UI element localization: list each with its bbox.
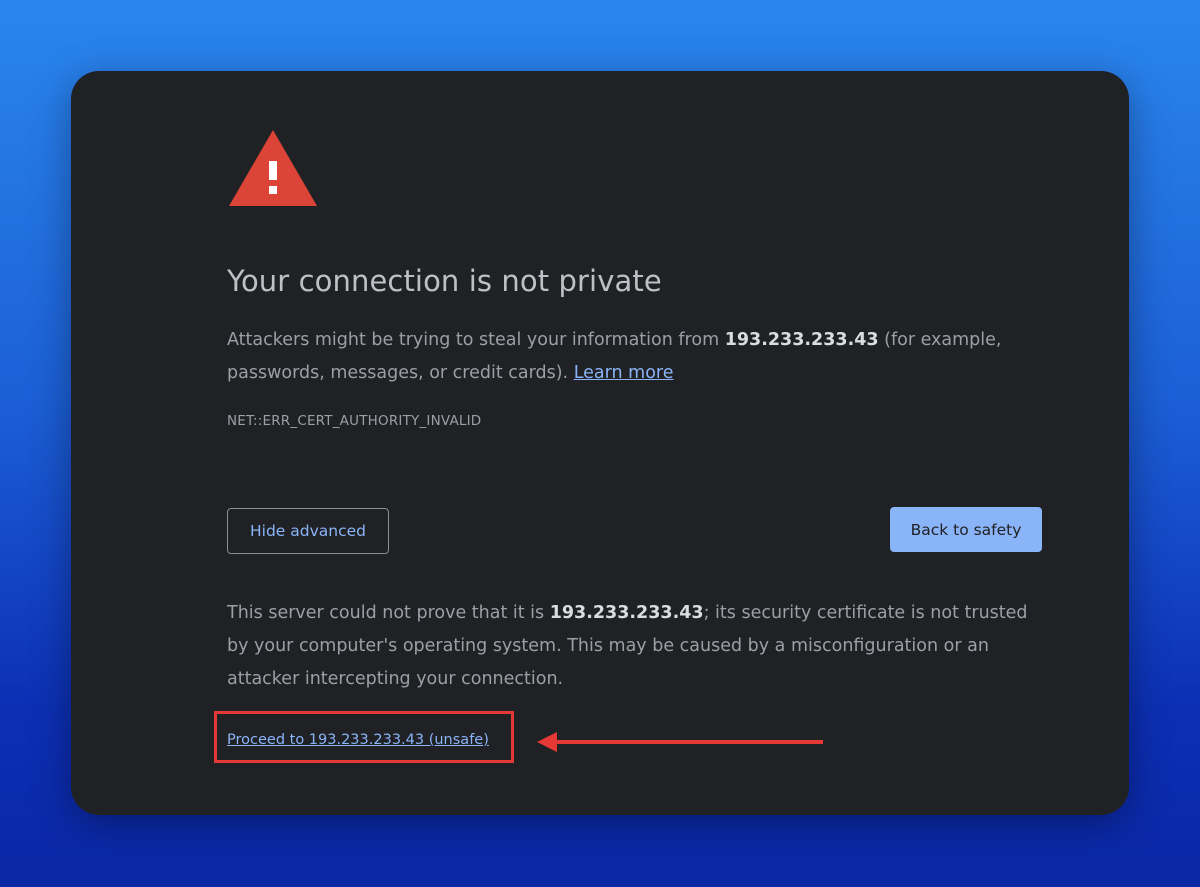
annotation-highlight-box — [214, 711, 514, 763]
hide-advanced-button[interactable]: Hide advanced — [227, 508, 389, 554]
back-to-safety-button[interactable]: Back to safety — [890, 507, 1042, 552]
interstitial-content: Your connection is not private Attackers… — [227, 71, 1043, 815]
certificate-explanation: This server could not prove that it is 1… — [227, 597, 1037, 696]
interstitial-panel: Your connection is not private Attackers… — [71, 71, 1129, 815]
warning-triangle-icon — [227, 128, 319, 208]
arrow-left-icon — [535, 727, 825, 757]
warning-message: Attackers might be trying to steal your … — [227, 324, 1027, 390]
page-title: Your connection is not private — [227, 264, 662, 298]
explanation-host: 193.233.233.43 — [549, 603, 704, 623]
learn-more-link[interactable]: Learn more — [574, 363, 674, 383]
message-host: 193.233.233.43 — [724, 330, 879, 350]
message-prefix: Attackers might be trying to steal your … — [227, 330, 725, 350]
error-code: NET::ERR_CERT_AUTHORITY_INVALID — [227, 413, 482, 429]
explanation-prefix: This server could not prove that it is — [227, 603, 550, 623]
